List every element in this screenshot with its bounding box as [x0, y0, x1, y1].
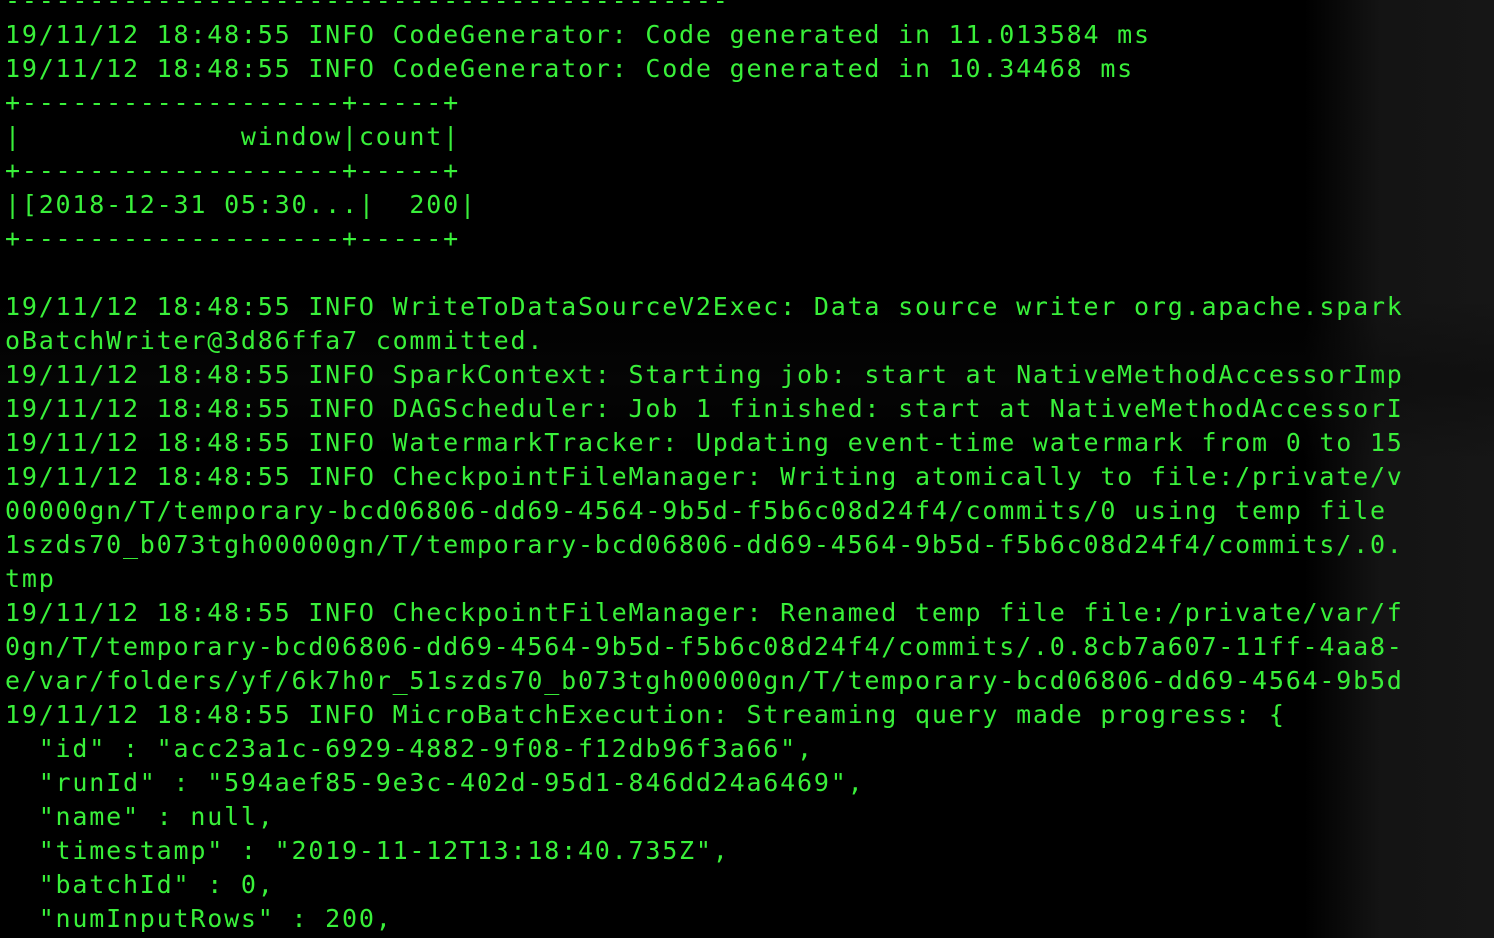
terminal-line: tmp [5, 564, 56, 593]
json-line: "numInputRows" : 200, [5, 904, 393, 933]
table-header-line: | window|count| [5, 122, 460, 151]
terminal-line: 1szds70_b073tgh00000gn/T/temporary-bcd06… [5, 530, 1404, 559]
terminal-line: 19/11/12 18:48:55 INFO DAGScheduler: Job… [5, 394, 1404, 423]
terminal-line: 00000gn/T/temporary-bcd06806-dd69-4564-9… [5, 496, 1387, 525]
terminal-line: 19/11/12 18:48:55 INFO CheckpointFileMan… [5, 462, 1404, 491]
table-border-line: +-------------------+-----+ [5, 224, 460, 253]
terminal-line: oBatchWriter@3d86ffa7 committed. [5, 326, 545, 355]
table-border-line: +-------------------+-----+ [5, 156, 460, 185]
json-line: "id" : "acc23a1c-6929-4882-9f08-f12db96f… [5, 734, 814, 763]
terminal-line: 19/11/12 18:48:55 INFO CodeGenerator: Co… [5, 54, 1135, 83]
terminal-line: 19/11/12 18:48:55 INFO WatermarkTracker:… [5, 428, 1404, 457]
terminal-line: ----------------------------------------… [5, 0, 730, 15]
terminal-line: 19/11/12 18:48:55 INFO WriteToDataSource… [5, 292, 1404, 321]
json-line: "name" : null, [5, 802, 275, 831]
terminal-line: 0gn/T/temporary-bcd06806-dd69-4564-9b5d-… [5, 632, 1404, 661]
json-line: "runId" : "594aef85-9e3c-402d-95d1-846dd… [5, 768, 865, 797]
terminal-line: 19/11/12 18:48:55 INFO MicroBatchExecuti… [5, 700, 1286, 729]
table-row-line: |[2018-12-31 05:30...| 200| [5, 190, 477, 219]
terminal-line: e/var/folders/yf/6k7h0r_51szds70_b073tgh… [5, 666, 1404, 695]
json-line: "batchId" : 0, [5, 870, 275, 899]
terminal-line: 19/11/12 18:48:55 INFO SparkContext: Sta… [5, 360, 1404, 389]
terminal-output: ----------------------------------------… [5, 0, 1404, 936]
terminal-line: 19/11/12 18:48:55 INFO CodeGenerator: Co… [5, 20, 1151, 49]
json-line: "timestamp" : "2019-11-12T13:18:40.735Z"… [5, 836, 730, 865]
terminal-window[interactable]: ----------------------------------------… [0, 0, 1494, 938]
table-border-line: +-------------------+-----+ [5, 88, 460, 117]
terminal-line: 19/11/12 18:48:55 INFO CheckpointFileMan… [5, 598, 1404, 627]
